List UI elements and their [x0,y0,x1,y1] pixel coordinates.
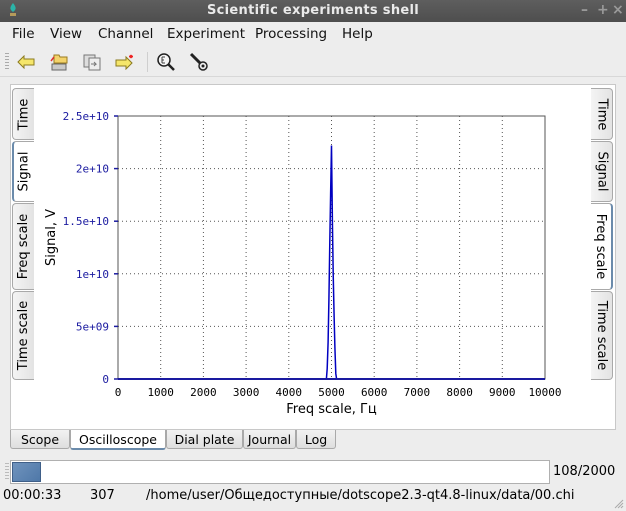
tab-scope-label: Scope [20,431,60,447]
x-tick-label: 6000 [361,386,388,399]
x-tick-label: 7000 [404,386,431,399]
x-tick-label: 2000 [190,386,217,399]
tab-log-label: Log [304,431,328,447]
y-tick-label: 2.5e+10 [63,110,109,123]
progress-bar [10,460,550,484]
x-tick-label: 1000 [147,386,174,399]
tab-dial-plate-label: Dial plate [174,431,235,447]
y-tick-label: 0 [102,373,109,386]
y-tick-label: 5e+09 [76,320,109,333]
resize-grip-icon[interactable] [612,497,624,509]
chart-series [118,145,545,380]
tab-scope[interactable]: Scope [10,430,70,449]
progress-row: 108/2000 [0,459,626,485]
signal-chart: 0 5e+09 1e+10 1.5e+10 2e+10 2.5e+10 0 1000 2000… [44,110,562,417]
x-tick-label: 5000 [318,386,345,399]
status-file-path: /home/user/Общедоступные/dotscope2.3-qt4… [146,488,575,503]
y-axis-ticks: 0 5e+09 1e+10 1.5e+10 2e+10 2.5e+10 [63,110,118,386]
x-axis-label: Freq scale, Гц [286,402,377,417]
x-tick-label: 10000 [528,386,561,399]
tab-oscilloscope-label: Oscilloscope [79,431,157,447]
x-tick-label: 9000 [489,386,516,399]
tab-dial-plate[interactable]: Dial plate [166,430,243,449]
status-elapsed-time: 00:00:33 [3,488,62,503]
x-tick-label: 0 [115,386,122,399]
tab-oscilloscope[interactable]: Oscilloscope [70,430,166,450]
x-tick-label: 4000 [276,386,303,399]
x-tick-label: 8000 [446,386,473,399]
tab-journal[interactable]: Journal [243,430,296,449]
status-bar: 00:00:33 307 /home/user/Общедоступные/do… [0,486,626,511]
y-tick-label: 1e+10 [76,268,109,281]
y-tick-label: 1.5e+10 [63,215,109,228]
y-axis-label: Signal, V [44,209,59,266]
progress-grip[interactable] [5,463,9,481]
tab-journal-label: Journal [247,431,292,447]
y-tick-label: 2e+10 [76,163,109,176]
x-tick-label: 3000 [233,386,260,399]
progress-text: 108/2000 [553,464,616,479]
series-line [118,145,545,380]
tab-log[interactable]: Log [296,430,336,449]
status-count: 307 [90,488,115,503]
x-axis-ticks: 0 1000 2000 3000 4000 5000 6000 7000 8000 9000 100… [115,386,562,399]
progress-fill [12,462,41,482]
